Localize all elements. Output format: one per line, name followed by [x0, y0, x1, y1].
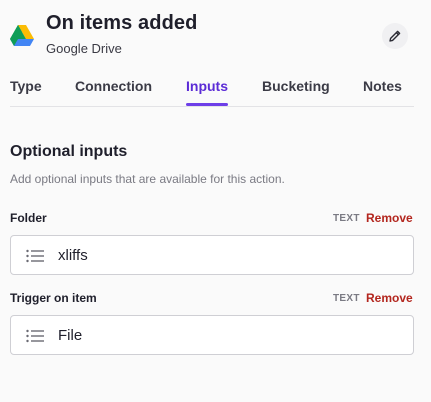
step-subtitle: Google Drive	[46, 41, 122, 56]
folder-value: xliffs	[58, 247, 88, 264]
tab-inputs[interactable]: Inputs	[186, 78, 228, 106]
section-title: Optional inputs	[10, 143, 128, 160]
trigger-on-item-remove-link[interactable]: Remove	[366, 291, 413, 305]
tab-type[interactable]: Type	[10, 78, 42, 106]
tab-connection[interactable]: Connection	[75, 78, 152, 106]
pencil-icon	[389, 30, 401, 42]
list-icon	[26, 249, 44, 263]
tab-bar: Type Connection Inputs Bucketing Notes	[10, 78, 414, 107]
edit-button[interactable]	[382, 23, 408, 49]
google-drive-icon	[10, 25, 34, 46]
folder-input[interactable]: xliffs	[10, 235, 414, 275]
step-title: On items added	[46, 12, 198, 34]
trigger-on-item-type-badge: TEXT	[333, 293, 360, 304]
trigger-on-item-value: File	[58, 327, 83, 344]
step-header: On items added Google Drive	[10, 12, 410, 60]
trigger-on-item-input[interactable]: File	[10, 315, 414, 355]
tab-bucketing[interactable]: Bucketing	[262, 78, 330, 106]
list-icon	[26, 329, 44, 343]
folder-label: Folder	[10, 211, 47, 225]
tab-notes[interactable]: Notes	[363, 78, 402, 106]
trigger-on-item-label: Trigger on item	[10, 291, 97, 305]
folder-type-badge: TEXT	[333, 213, 360, 224]
section-description: Add optional inputs that are available f…	[10, 172, 285, 186]
folder-remove-link[interactable]: Remove	[366, 211, 413, 225]
